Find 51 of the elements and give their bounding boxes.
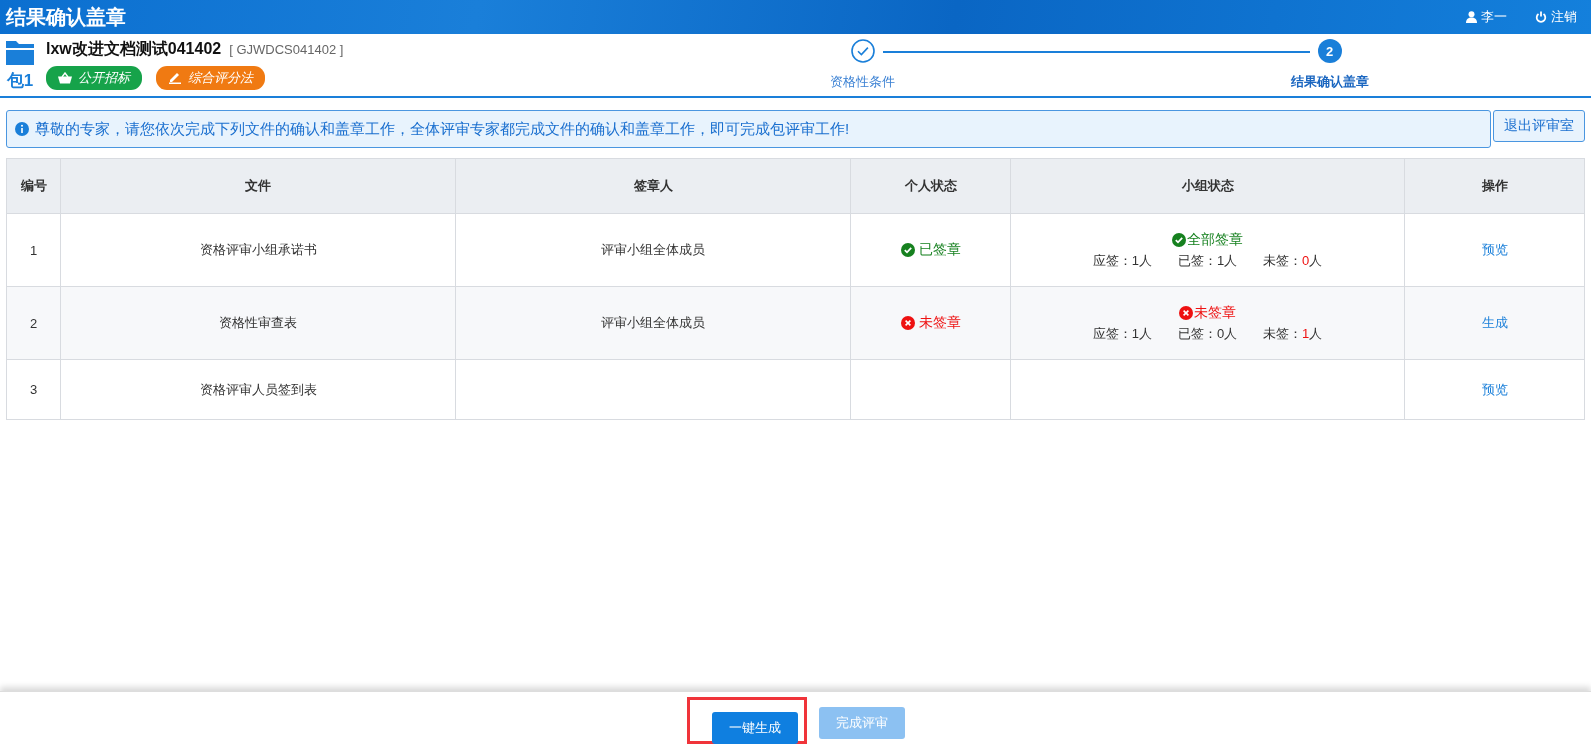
method-tag: 公开招标 bbox=[46, 65, 142, 90]
file-name: 资格评审人员签到表 bbox=[199, 381, 317, 397]
cross-icon bbox=[1179, 305, 1193, 320]
sign-count: 已签：0人 bbox=[1177, 324, 1238, 343]
row-number: 1 bbox=[29, 242, 38, 258]
power-icon bbox=[1535, 11, 1547, 23]
method-tag: 综合评分法 bbox=[156, 65, 265, 90]
sign-count: 应签：1人 bbox=[1092, 324, 1152, 343]
project-name: lxw改进文档测试041402 bbox=[46, 38, 222, 59]
footer-button[interactable]: 一键生成 bbox=[711, 712, 798, 744]
notice-text: 尊敬的专家，请您依次完成下列文件的确认和盖章工作，全体评审专家都完成文件的确认和盖章工作，即可完成包评审工作! bbox=[35, 119, 850, 139]
personal-status: 已签章 bbox=[900, 240, 961, 259]
personal-status: 未签章 bbox=[900, 313, 961, 332]
package-label: 包1 bbox=[6, 69, 34, 92]
column-header: 个人状态 bbox=[850, 158, 1011, 214]
column-header: 编号 bbox=[6, 158, 61, 214]
signer-text: 评审小组全体成员 bbox=[601, 242, 705, 257]
cross-icon bbox=[900, 315, 915, 330]
action-link[interactable]: 预览 bbox=[1481, 381, 1508, 397]
check-icon bbox=[1172, 232, 1186, 247]
action-link[interactable]: 生成 bbox=[1481, 315, 1508, 330]
row-number: 3 bbox=[29, 382, 38, 397]
check-icon bbox=[900, 242, 915, 257]
step-label: 资格性条件 bbox=[830, 73, 895, 91]
user-icon bbox=[1466, 11, 1477, 23]
group-status: 未签章 bbox=[1179, 303, 1236, 322]
folder-icon bbox=[6, 38, 34, 65]
sign-count: 应签：1人 bbox=[1092, 251, 1152, 270]
sign-count: 已签：1人 bbox=[1177, 251, 1238, 270]
exit-button[interactable]: 退出评审室 bbox=[1493, 110, 1585, 142]
column-header: 签章人 bbox=[455, 158, 851, 214]
project-code: [ GJWDCS041402 ] bbox=[229, 41, 344, 57]
group-status: 全部签章 bbox=[1172, 230, 1243, 249]
row-number: 2 bbox=[29, 315, 38, 331]
info-icon bbox=[15, 122, 29, 136]
page-title: 结果确认盖章 bbox=[6, 4, 126, 30]
sign-count: 未签：0人 bbox=[1263, 251, 1323, 270]
user-link[interactable]: 李一 bbox=[1466, 8, 1507, 26]
column-header: 操作 bbox=[1404, 158, 1585, 214]
sign-count: 未签：1人 bbox=[1263, 324, 1323, 343]
file-name: 资格评审小组承诺书 bbox=[199, 242, 317, 257]
signer-text: 评审小组全体成员 bbox=[601, 315, 705, 330]
column-header: 文件 bbox=[60, 158, 456, 214]
action-link[interactable]: 预览 bbox=[1481, 242, 1508, 257]
step-label: 结果确认盖章 bbox=[1290, 73, 1369, 91]
column-header: 小组状态 bbox=[1010, 158, 1405, 214]
file-name: 资格性审查表 bbox=[219, 315, 297, 330]
basket-icon bbox=[58, 71, 72, 84]
step-number: 2 bbox=[1317, 39, 1342, 63]
pencil-icon bbox=[168, 71, 182, 84]
logout-link[interactable]: 注销 bbox=[1535, 8, 1577, 26]
